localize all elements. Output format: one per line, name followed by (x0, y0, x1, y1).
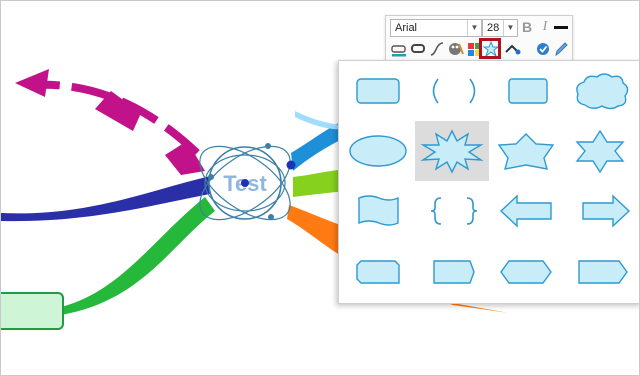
checkmark-icon[interactable] (534, 40, 552, 58)
resize-handle[interactable] (208, 174, 214, 180)
shape-hexagon-tab[interactable] (489, 241, 563, 301)
bold-button[interactable]: B (518, 18, 536, 36)
text-style-icon[interactable] (390, 40, 408, 58)
shape-six-point-star[interactable] (563, 121, 637, 181)
font-size-select[interactable]: 28 ▼ (482, 19, 518, 37)
connection-handle[interactable] (286, 160, 296, 170)
shape-ellipse[interactable] (341, 121, 415, 181)
box-style-icon[interactable] (409, 40, 427, 58)
magenta-arrow-segment-2 (165, 141, 205, 175)
shape-wave-banner[interactable] (341, 181, 415, 241)
chevron-down-icon[interactable]: ▼ (467, 20, 481, 36)
shape-pointed-tab[interactable] (563, 241, 637, 301)
shape-pentagon-star[interactable] (489, 121, 563, 181)
shape-starburst[interactable] (415, 121, 489, 181)
shape-left-arrow[interactable] (489, 181, 563, 241)
shape-curly-braces[interactable] (415, 181, 489, 241)
shape-cloud[interactable] (563, 61, 637, 121)
shape-snipped-rectangle[interactable] (341, 241, 415, 301)
shape-dropdown-icon[interactable] (504, 40, 522, 58)
resize-handle[interactable] (268, 214, 274, 220)
magenta-arrow-branch[interactable] (15, 69, 205, 175)
font-family-select[interactable]: Arial ▼ (390, 19, 482, 37)
green-topic-node[interactable] (1, 292, 64, 330)
text-color-bar[interactable] (554, 26, 568, 29)
color-palette-icon[interactable] (447, 40, 465, 58)
magenta-arrow-head (15, 69, 49, 97)
font-size-value: 28 (487, 22, 500, 34)
resize-handle[interactable] (265, 143, 271, 149)
line-style-icon[interactable] (428, 40, 446, 58)
shape-rounded-rectangle[interactable] (341, 61, 415, 121)
pencil-icon[interactable] (552, 40, 570, 58)
highlight-box (479, 38, 501, 59)
shape-rounded-square[interactable] (489, 61, 563, 121)
chevron-down-icon[interactable]: ▼ (503, 20, 517, 36)
mind-map-window: Test Arial ▼ 28 ▼ B I (0, 0, 640, 376)
shape-home-plate[interactable] (415, 241, 489, 301)
shape-palette (338, 60, 639, 304)
font-family-value: Arial (395, 22, 418, 34)
italic-button[interactable]: I (536, 18, 554, 36)
center-handle[interactable] (241, 179, 249, 187)
shape-right-arrow[interactable] (563, 181, 637, 241)
shape-brackets[interactable] (415, 61, 489, 121)
